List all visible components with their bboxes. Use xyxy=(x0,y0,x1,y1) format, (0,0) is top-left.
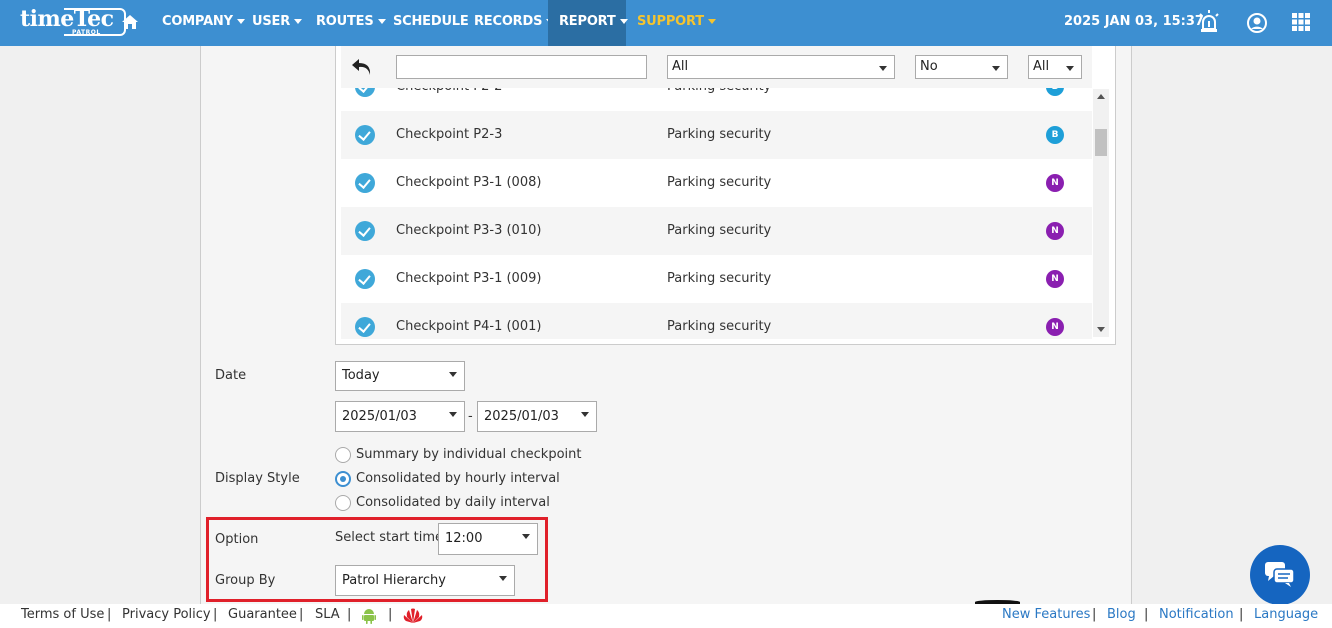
list-item[interactable]: Checkpoint P3-3 (010) Parking security N xyxy=(341,207,1092,255)
radio-hourly-interval[interactable] xyxy=(335,471,351,487)
checkpoint-name: Checkpoint P3-1 (009) xyxy=(396,271,542,286)
footer-separator: | xyxy=(107,607,112,622)
chevron-down-icon xyxy=(294,19,303,24)
radio-hourly-interval-label[interactable]: Consolidated by hourly interval xyxy=(356,471,560,486)
checkmark-icon[interactable] xyxy=(355,317,375,337)
highlight-box xyxy=(206,517,548,602)
footer-sla-link[interactable]: SLA xyxy=(315,607,340,622)
status-filter-select[interactable]: No xyxy=(915,55,1008,79)
checkmark-icon[interactable] xyxy=(355,221,375,241)
checkpoint-name: Checkpoint P4-1 (001) xyxy=(396,319,542,334)
apps-grid-icon[interactable] xyxy=(1292,13,1310,31)
group-filter-select[interactable]: All xyxy=(667,55,895,79)
date-label: Date xyxy=(215,368,247,383)
android-icon[interactable] xyxy=(362,608,376,624)
footer-separator: | xyxy=(1239,607,1244,622)
logo-subtext: PATROL xyxy=(72,29,101,36)
nav-routes[interactable]: ROUTES xyxy=(316,0,386,46)
huawei-icon[interactable] xyxy=(403,608,423,624)
nav-routes-label: ROUTES xyxy=(316,14,374,29)
checkpoint-name: Checkpoint P2-3 xyxy=(396,127,503,142)
footer-separator: | xyxy=(388,607,393,622)
checkpoint-name: Checkpoint P3-3 (010) xyxy=(396,223,542,238)
checkmark-icon[interactable] xyxy=(355,269,375,289)
footer-language-link[interactable]: Language xyxy=(1254,607,1318,622)
nav-user[interactable]: USER xyxy=(252,0,303,46)
list-item[interactable]: Checkpoint P4-1 (001) Parking security N xyxy=(341,303,1092,339)
checkpoint-search-input[interactable] xyxy=(396,55,647,79)
date-to-select[interactable]: 2025/01/03 xyxy=(477,401,597,432)
nav-support[interactable]: SUPPORT xyxy=(637,0,716,46)
nav-report[interactable]: REPORT xyxy=(548,0,628,46)
scroll-down-arrow-icon[interactable] xyxy=(1097,327,1105,332)
radio-daily-interval[interactable] xyxy=(335,495,351,511)
nav-records-label: RECORDS xyxy=(474,14,543,29)
footer-notification-link[interactable]: Notification xyxy=(1159,607,1234,622)
nav-schedule[interactable]: SCHEDULE xyxy=(393,0,469,46)
nfc-icon: N xyxy=(1046,318,1064,336)
beacon-icon: B xyxy=(1046,126,1064,144)
checkmark-icon[interactable] xyxy=(355,125,375,145)
nav-support-label: SUPPORT xyxy=(637,14,704,29)
chevron-down-icon xyxy=(707,19,716,24)
list-item[interactable]: Checkpoint P3-1 (009) Parking security N xyxy=(341,255,1092,303)
date-range-separator: - xyxy=(468,409,473,424)
nav-schedule-label: SCHEDULE xyxy=(393,14,469,29)
checkpoint-name: Checkpoint P3-1 (008) xyxy=(396,175,542,190)
nav-user-label: USER xyxy=(252,14,291,29)
checkmark-icon[interactable] xyxy=(355,173,375,193)
list-item[interactable]: Checkpoint P2-3 Parking security B xyxy=(341,111,1092,159)
top-navbar: timeTec PATROL COMPANY USER ROUTES SCHED… xyxy=(0,0,1332,46)
chevron-down-icon xyxy=(377,19,386,24)
chevron-down-icon xyxy=(619,19,628,24)
nav-records[interactable]: RECORDS xyxy=(474,0,555,46)
footer-privacy-link[interactable]: Privacy Policy xyxy=(122,607,211,622)
footer-separator: | xyxy=(1144,607,1149,622)
footer-new-features-link[interactable]: New Features xyxy=(1002,607,1090,622)
footer-separator: | xyxy=(299,607,304,622)
current-datetime: 2025 JAN 03, 15:37 xyxy=(1064,14,1204,29)
footer: Terms of Use | Privacy Policy | Guarante… xyxy=(0,604,1332,628)
scroll-up-arrow-icon[interactable] xyxy=(1097,94,1105,99)
user-account-icon[interactable] xyxy=(1246,12,1268,34)
checkpoint-group: Parking security xyxy=(667,127,772,142)
undo-icon[interactable] xyxy=(350,56,374,78)
footer-terms-link[interactable]: Terms of Use xyxy=(21,607,104,622)
radio-summary-individual[interactable] xyxy=(335,447,351,463)
nav-report-label: REPORT xyxy=(559,14,616,29)
chat-bubble-icon xyxy=(1265,562,1295,587)
date-from-select[interactable]: 2025/01/03 xyxy=(335,401,465,432)
alarm-icon[interactable] xyxy=(1197,9,1221,33)
footer-separator: | xyxy=(213,607,218,622)
home-icon[interactable] xyxy=(121,13,139,31)
display-style-label: Display Style xyxy=(215,471,300,486)
radio-daily-interval-label[interactable]: Consolidated by daily interval xyxy=(356,495,550,510)
date-preset-select[interactable]: Today xyxy=(335,361,465,391)
checkpoint-group: Parking security xyxy=(667,319,772,334)
footer-separator: | xyxy=(1092,607,1097,622)
nfc-icon: N xyxy=(1046,222,1064,240)
list-item[interactable]: Checkpoint P3-1 (008) Parking security N xyxy=(341,159,1092,207)
nfc-icon: N xyxy=(1046,270,1064,288)
checkpoint-group: Parking security xyxy=(667,223,772,238)
nav-company-label: COMPANY xyxy=(162,14,233,29)
radio-summary-individual-label[interactable]: Summary by individual checkpoint xyxy=(356,447,581,462)
scroll-thumb[interactable] xyxy=(1095,129,1107,156)
list-scrollbar[interactable] xyxy=(1093,89,1109,337)
footer-blog-link[interactable]: Blog xyxy=(1107,607,1136,622)
footer-guarantee-link[interactable]: Guarantee xyxy=(228,607,297,622)
chevron-down-icon xyxy=(236,19,245,24)
footer-separator: | xyxy=(347,607,352,622)
checkpoint-group: Parking security xyxy=(667,271,772,286)
chat-button[interactable] xyxy=(1250,545,1310,605)
nav-company[interactable]: COMPANY xyxy=(162,0,245,46)
type-filter-select[interactable]: All xyxy=(1028,55,1082,79)
checkpoint-group: Parking security xyxy=(667,175,772,190)
nfc-icon: N xyxy=(1046,174,1064,192)
